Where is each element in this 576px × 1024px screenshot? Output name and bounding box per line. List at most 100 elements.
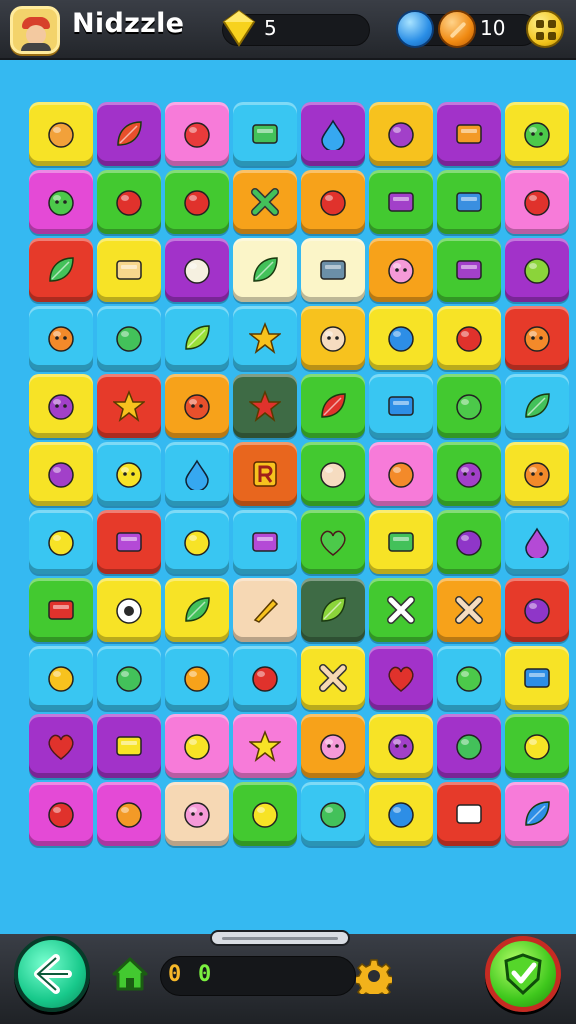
board-tile[interactable] bbox=[301, 510, 365, 574]
board-tile[interactable] bbox=[369, 782, 433, 846]
board-tile[interactable] bbox=[97, 782, 161, 846]
board-tile[interactable] bbox=[437, 714, 501, 778]
board-tile[interactable] bbox=[369, 238, 433, 302]
board-tile[interactable] bbox=[437, 306, 501, 370]
board-tile[interactable] bbox=[437, 238, 501, 302]
board-tile[interactable] bbox=[505, 510, 569, 574]
board-tile[interactable] bbox=[97, 510, 161, 574]
board-tile[interactable] bbox=[233, 238, 297, 302]
board-tile[interactable] bbox=[29, 714, 93, 778]
board-tile[interactable] bbox=[369, 102, 433, 166]
board-tile[interactable] bbox=[437, 102, 501, 166]
board-tile[interactable] bbox=[165, 442, 229, 506]
board-tile[interactable] bbox=[233, 510, 297, 574]
board-tile[interactable] bbox=[165, 170, 229, 234]
board-tile[interactable] bbox=[97, 374, 161, 438]
board-tile[interactable] bbox=[369, 442, 433, 506]
board-tile[interactable] bbox=[505, 646, 569, 710]
board-tile[interactable] bbox=[301, 238, 365, 302]
board-tile[interactable] bbox=[301, 782, 365, 846]
board-tile[interactable] bbox=[97, 646, 161, 710]
board-tile[interactable] bbox=[29, 238, 93, 302]
board-tile[interactable] bbox=[301, 374, 365, 438]
board-tile[interactable] bbox=[29, 578, 93, 642]
drawer-handle[interactable] bbox=[210, 930, 350, 946]
board-tile[interactable] bbox=[97, 578, 161, 642]
board-tile[interactable] bbox=[505, 306, 569, 370]
player-avatar-icon[interactable] bbox=[10, 6, 60, 54]
board-tile[interactable] bbox=[29, 782, 93, 846]
green-leaf-icon bbox=[181, 322, 213, 354]
board-tile[interactable] bbox=[29, 510, 93, 574]
board-tile[interactable] bbox=[165, 306, 229, 370]
red-face-icon bbox=[181, 390, 213, 422]
board-tile[interactable] bbox=[301, 442, 365, 506]
board-tile[interactable] bbox=[369, 646, 433, 710]
board-tile[interactable] bbox=[29, 374, 93, 438]
board-tile[interactable] bbox=[165, 102, 229, 166]
board-tile[interactable] bbox=[505, 102, 569, 166]
board-tile[interactable] bbox=[97, 170, 161, 234]
board-tile[interactable] bbox=[369, 374, 433, 438]
yellow-note-icon bbox=[113, 730, 145, 762]
board-tile[interactable] bbox=[437, 578, 501, 642]
board-tile[interactable] bbox=[505, 374, 569, 438]
board-tile[interactable] bbox=[165, 714, 229, 778]
board-tile[interactable] bbox=[233, 102, 297, 166]
board-tile[interactable] bbox=[301, 170, 365, 234]
board-tile[interactable] bbox=[233, 782, 297, 846]
board-tile[interactable] bbox=[505, 714, 569, 778]
back-button[interactable] bbox=[14, 936, 90, 1012]
board-tile[interactable] bbox=[505, 578, 569, 642]
board-tile[interactable] bbox=[165, 238, 229, 302]
board-tile[interactable] bbox=[437, 442, 501, 506]
board-tile[interactable] bbox=[369, 510, 433, 574]
gear-icon[interactable] bbox=[353, 958, 395, 1001]
board-tile[interactable] bbox=[437, 782, 501, 846]
board-tile[interactable] bbox=[165, 646, 229, 710]
board-tile[interactable] bbox=[369, 578, 433, 642]
board-tile[interactable] bbox=[97, 102, 161, 166]
board-tile[interactable] bbox=[233, 374, 297, 438]
menu-grid-icon[interactable] bbox=[526, 10, 564, 48]
board-tile[interactable] bbox=[505, 782, 569, 846]
board-tile[interactable] bbox=[97, 442, 161, 506]
board-tile[interactable] bbox=[369, 306, 433, 370]
board-tile[interactable] bbox=[505, 170, 569, 234]
board-tile[interactable] bbox=[165, 374, 229, 438]
board-tile[interactable] bbox=[301, 714, 365, 778]
board-tile[interactable] bbox=[233, 646, 297, 710]
board-tile[interactable] bbox=[437, 646, 501, 710]
board-tile[interactable] bbox=[97, 238, 161, 302]
board-tile[interactable] bbox=[437, 170, 501, 234]
green-blob-icon bbox=[521, 118, 553, 150]
board-tile[interactable] bbox=[301, 102, 365, 166]
confirm-button[interactable] bbox=[485, 936, 561, 1012]
board-tile[interactable] bbox=[437, 510, 501, 574]
home-icon[interactable] bbox=[110, 954, 150, 994]
board-tile[interactable] bbox=[233, 578, 297, 642]
board-tile[interactable] bbox=[301, 578, 365, 642]
board-tile[interactable] bbox=[233, 714, 297, 778]
board-tile[interactable] bbox=[301, 306, 365, 370]
board-tile[interactable] bbox=[29, 306, 93, 370]
board-tile[interactable] bbox=[97, 714, 161, 778]
board-tile[interactable] bbox=[97, 306, 161, 370]
board-tile[interactable] bbox=[437, 374, 501, 438]
board-tile[interactable] bbox=[505, 442, 569, 506]
board-tile[interactable] bbox=[29, 170, 93, 234]
gold-star-icon bbox=[247, 321, 283, 354]
board-tile[interactable] bbox=[165, 782, 229, 846]
board-tile[interactable] bbox=[369, 170, 433, 234]
board-tile[interactable] bbox=[29, 102, 93, 166]
board-tile[interactable] bbox=[301, 646, 365, 710]
board-tile[interactable] bbox=[29, 442, 93, 506]
board-tile[interactable] bbox=[165, 578, 229, 642]
board-tile[interactable] bbox=[505, 238, 569, 302]
board-tile[interactable] bbox=[233, 170, 297, 234]
board-tile[interactable] bbox=[233, 306, 297, 370]
board-tile[interactable] bbox=[165, 510, 229, 574]
board-tile[interactable] bbox=[369, 714, 433, 778]
board-tile[interactable] bbox=[233, 442, 297, 506]
board-tile[interactable] bbox=[29, 646, 93, 710]
